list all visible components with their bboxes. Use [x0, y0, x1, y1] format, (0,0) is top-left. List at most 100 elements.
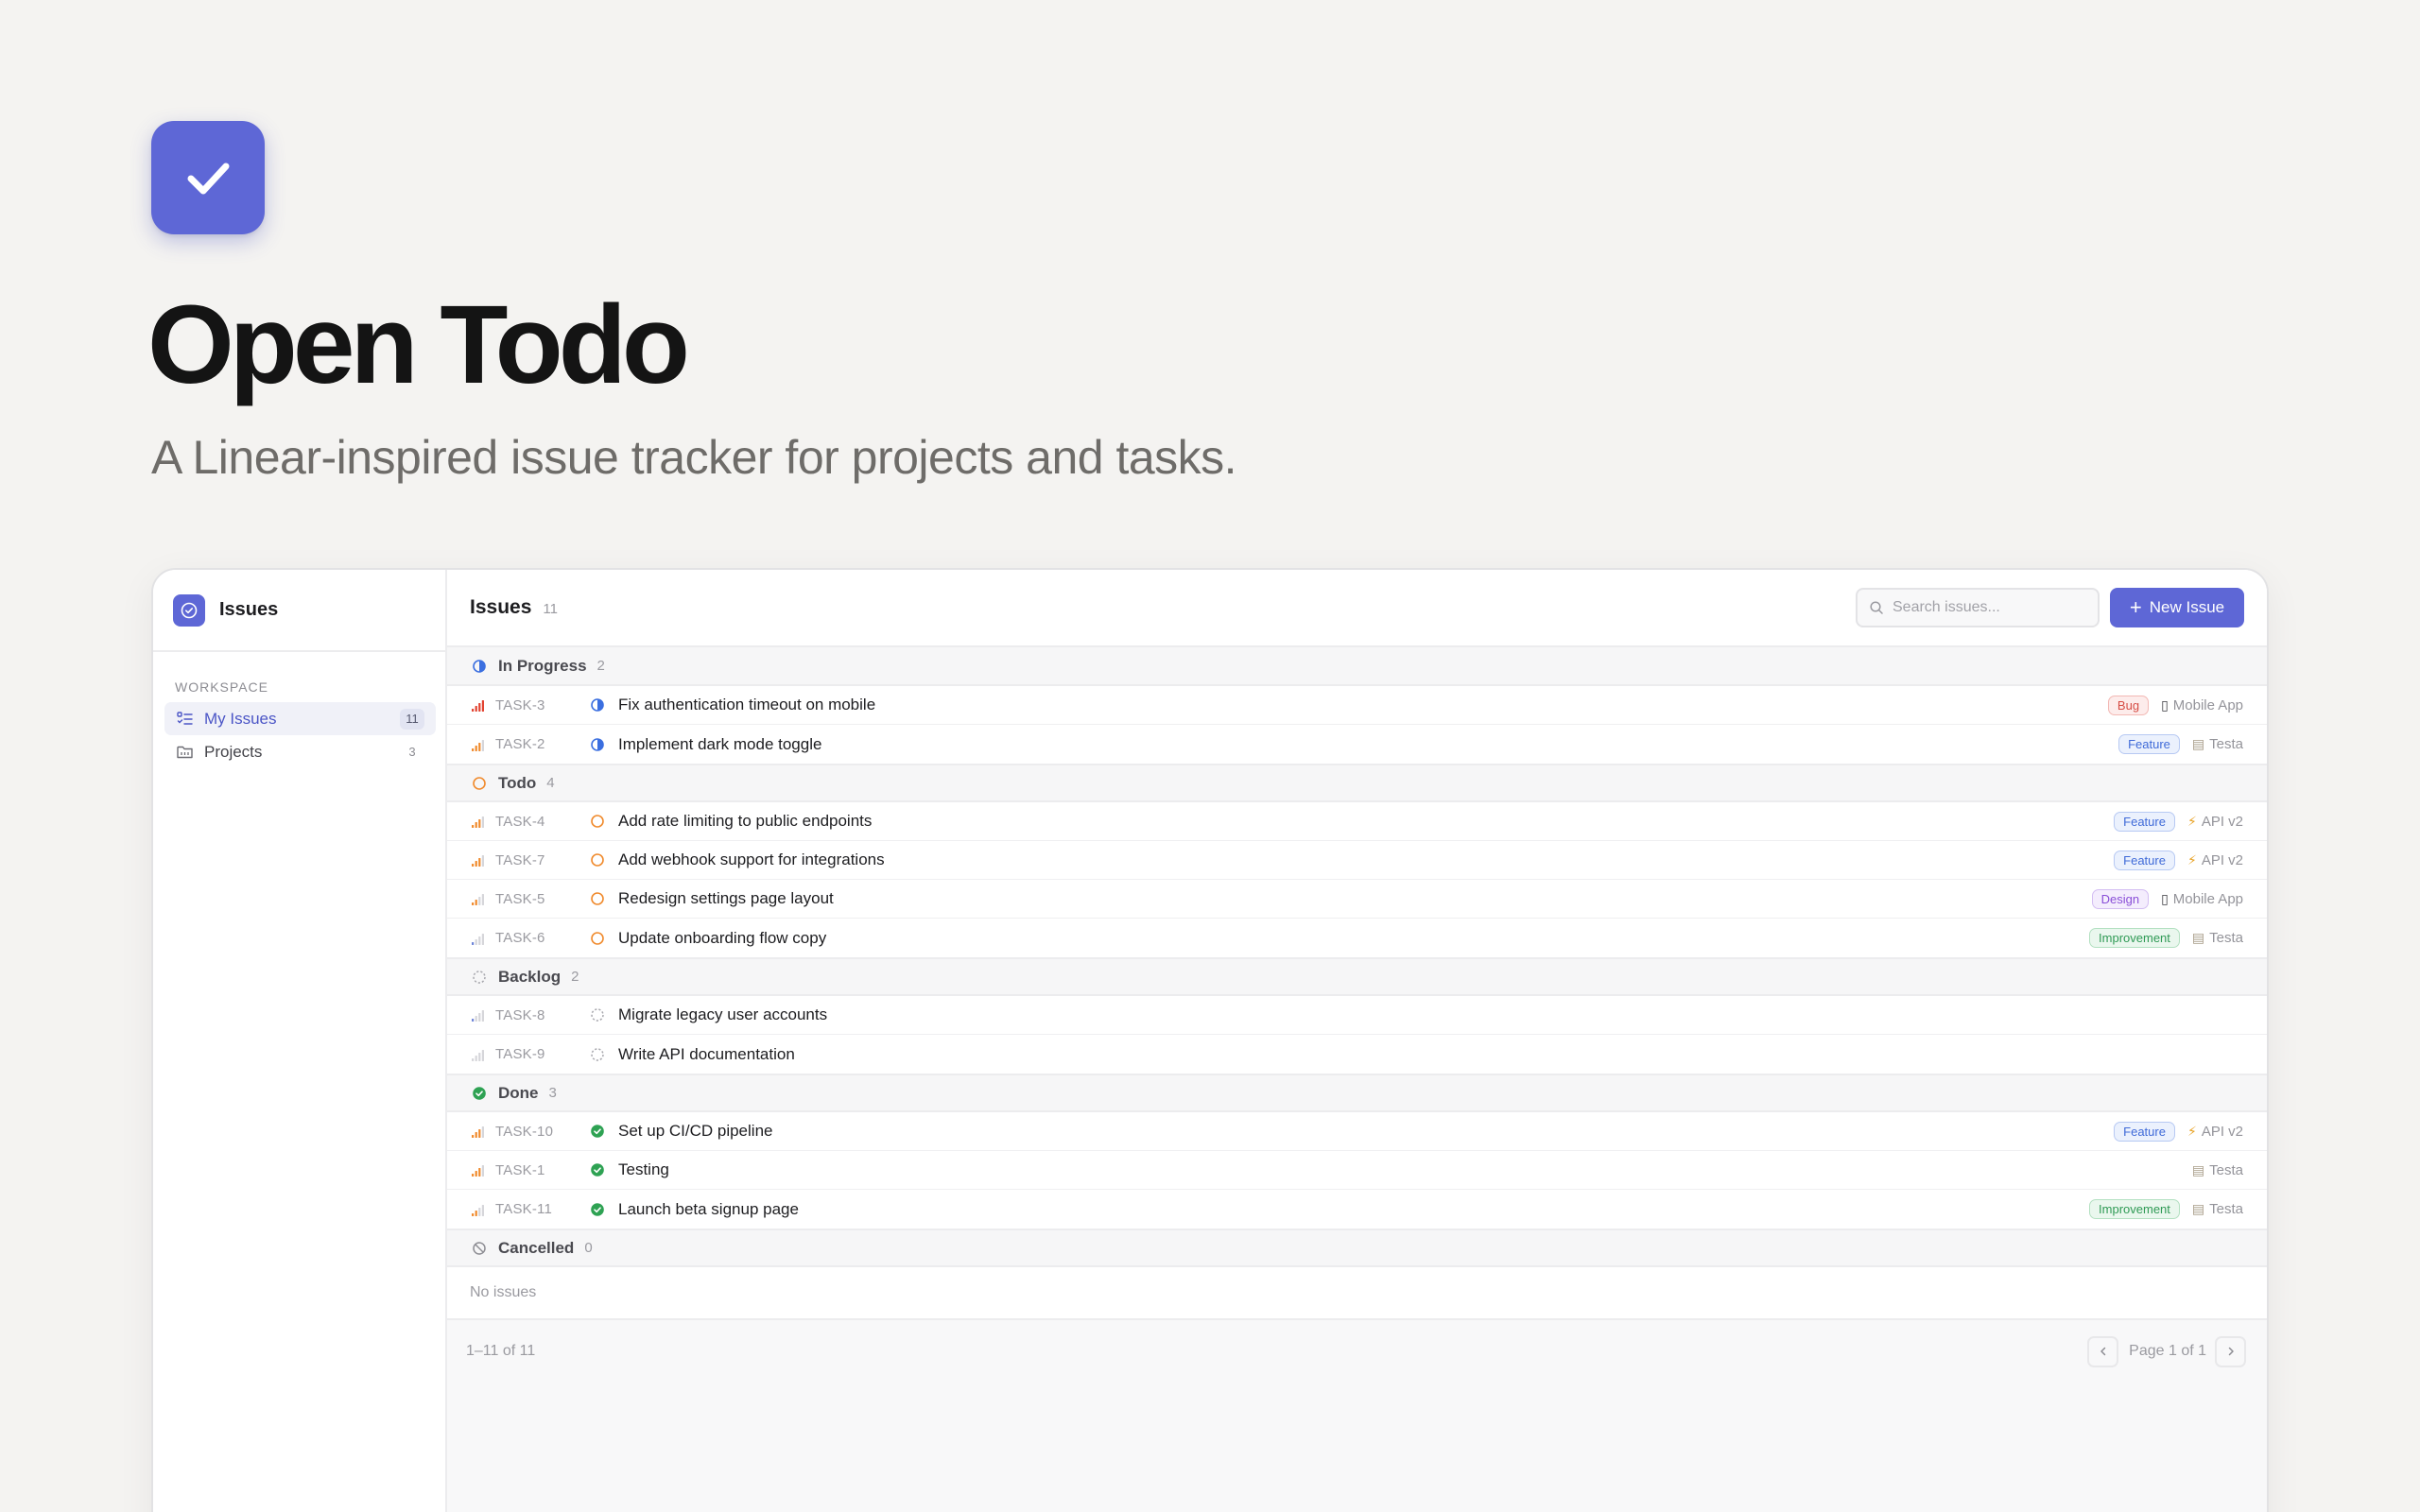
label-pill[interactable]: Feature	[2114, 850, 2175, 870]
issue-row[interactable]: TASK-9 Write API documentation	[447, 1035, 2267, 1074]
issue-title[interactable]: Add webhook support for integrations	[618, 850, 885, 869]
project-tag[interactable]: ▯ Mobile App	[2161, 891, 2243, 907]
issue-row[interactable]: TASK-7 Add webhook support for integratio…	[447, 841, 2267, 880]
group-header-backlog[interactable]: Backlog 2	[447, 957, 2267, 996]
issue-row[interactable]: TASK-3 Fix authentication timeout on mobi…	[447, 686, 2267, 725]
search-box[interactable]	[1856, 588, 2100, 627]
issue-status[interactable]	[588, 1123, 606, 1141]
priority-indicator[interactable]	[471, 1007, 486, 1022]
issue-status[interactable]	[588, 1200, 606, 1218]
priority-indicator[interactable]	[471, 814, 486, 829]
pagination-footer: 1–11 of 11 Page 1 of 1	[447, 1320, 2267, 1383]
issue-row[interactable]: TASK-11 Launch beta signup page Improvemen…	[447, 1190, 2267, 1228]
group-status-icon	[470, 657, 488, 675]
project-tag[interactable]: ▤ Testa	[2192, 930, 2243, 946]
app-icon[interactable]	[173, 593, 205, 627]
project-tag[interactable]: ⚡ API v2	[2187, 1124, 2243, 1140]
issue-row[interactable]: TASK-2 Implement dark mode toggle Feature ▤…	[447, 725, 2267, 764]
issue-title[interactable]: Testing	[618, 1160, 669, 1179]
priority-indicator[interactable]	[471, 1047, 486, 1062]
group-name: Todo	[498, 773, 537, 792]
prev-page-button[interactable]	[2087, 1335, 2119, 1367]
project-tag[interactable]: ▤ Testa	[2192, 1201, 2243, 1217]
issue-row[interactable]: TASK-8 Migrate legacy user accounts	[447, 996, 2267, 1035]
label-pill[interactable]: Feature	[2118, 734, 2180, 754]
issue-meta: Bug ▯ Mobile App	[2107, 695, 2243, 715]
priority-indicator[interactable]	[471, 1124, 486, 1139]
issue-row[interactable]: TASK-10 Set up CI/CD pipeline Feature ⚡ API …	[447, 1112, 2267, 1151]
issue-row[interactable]: TASK-4 Add rate limiting to public endpoi…	[447, 802, 2267, 841]
priority-indicator[interactable]	[471, 737, 486, 752]
group-header-in-progress[interactable]: In Progress 2	[447, 647, 2267, 686]
next-page-button[interactable]	[2215, 1335, 2246, 1367]
issue-title[interactable]: Update onboarding flow copy	[618, 929, 826, 948]
project-tag[interactable]: ⚡ API v2	[2187, 814, 2243, 830]
issue-status[interactable]	[588, 890, 606, 908]
issue-status[interactable]	[588, 735, 606, 753]
group-count: 2	[596, 658, 605, 674]
label-pill[interactable]: Feature	[2114, 1121, 2175, 1142]
sidebar-item-label: Projects	[204, 742, 263, 761]
group-header-done[interactable]: Done 3	[447, 1074, 2267, 1112]
issue-status[interactable]	[588, 1045, 606, 1063]
search-input[interactable]	[1893, 599, 2082, 616]
issue-title[interactable]: Add rate limiting to public endpoints	[618, 812, 872, 831]
issue-status[interactable]	[588, 696, 606, 714]
priority-icon	[472, 816, 484, 828]
issue-id: TASK-3	[495, 696, 545, 713]
label-pill[interactable]: Design	[2091, 888, 2150, 909]
project-tag[interactable]: ⚡ API v2	[2187, 852, 2243, 868]
priority-indicator[interactable]	[471, 891, 486, 906]
issue-meta: Design ▯ Mobile App	[2091, 888, 2243, 909]
sidebar-item-my-issues[interactable]: My Issues 11	[164, 702, 436, 735]
issue-title[interactable]: Set up CI/CD pipeline	[618, 1122, 772, 1141]
label-pill[interactable]: Improvement	[2089, 928, 2180, 948]
project-tag[interactable]: ▯ Mobile App	[2161, 697, 2243, 713]
todo-status-icon	[590, 931, 604, 945]
priority-indicator[interactable]	[471, 852, 486, 868]
hero-subtitle: A Linear-inspired issue tracker for proj…	[151, 431, 1237, 484]
priority-icon	[472, 1010, 484, 1022]
done-status-icon	[590, 1125, 604, 1138]
bolt-icon: ⚡	[2187, 851, 2197, 868]
priority-indicator[interactable]	[471, 931, 486, 946]
issue-row[interactable]: TASK-5 Redesign settings page layout Desig…	[447, 880, 2267, 919]
project-tag[interactable]: ▤ Testa	[2192, 1162, 2243, 1178]
project-tag[interactable]: ▤ Testa	[2192, 736, 2243, 752]
issue-id: TASK-4	[495, 813, 545, 830]
group-header-cancelled[interactable]: Cancelled 0	[447, 1228, 2267, 1267]
issue-title[interactable]: Launch beta signup page	[618, 1200, 799, 1219]
issue-status[interactable]	[588, 851, 606, 869]
new-issue-label: New Issue	[2149, 598, 2225, 616]
issue-status[interactable]	[588, 929, 606, 947]
issue-title[interactable]: Fix authentication timeout on mobile	[618, 696, 875, 714]
sidebar-item-count: 3	[408, 745, 416, 759]
sidebar-app-title: Issues	[219, 599, 279, 620]
issue-title[interactable]: Redesign settings page layout	[618, 889, 834, 908]
in-progress-status-icon	[472, 659, 486, 673]
project-name: API v2	[2201, 813, 2243, 830]
issue-id: TASK-8	[495, 1006, 545, 1023]
label-pill[interactable]: Improvement	[2089, 1199, 2180, 1219]
sidebar-item-label: My Issues	[204, 709, 277, 728]
sidebar-item-projects[interactable]: Projects 3	[164, 735, 436, 768]
issue-title[interactable]: Migrate legacy user accounts	[618, 1005, 827, 1024]
issue-row[interactable]: TASK-1 Testing ▤ Testa	[447, 1151, 2267, 1190]
doc-icon: ▤	[2191, 736, 2205, 751]
project-name: Mobile App	[2172, 890, 2243, 907]
issue-status[interactable]	[588, 813, 606, 831]
priority-indicator[interactable]	[471, 1202, 486, 1217]
issue-row[interactable]: TASK-6 Update onboarding flow copy Improve…	[447, 919, 2267, 957]
group-header-todo[interactable]: Todo 4	[447, 764, 2267, 802]
priority-indicator[interactable]	[471, 1162, 486, 1177]
issue-status[interactable]	[588, 1161, 606, 1179]
issue-title[interactable]: Write API documentation	[618, 1045, 795, 1064]
priority-icon	[472, 1165, 484, 1177]
new-issue-button[interactable]: + New Issue	[2110, 588, 2244, 627]
label-pill[interactable]: Feature	[2114, 811, 2175, 832]
toolbar: Issues 11 + New Issue	[447, 570, 2267, 647]
label-pill[interactable]: Bug	[2107, 695, 2150, 715]
issue-title[interactable]: Implement dark mode toggle	[618, 735, 821, 754]
priority-indicator[interactable]	[471, 697, 486, 713]
issue-status[interactable]	[588, 1006, 606, 1024]
